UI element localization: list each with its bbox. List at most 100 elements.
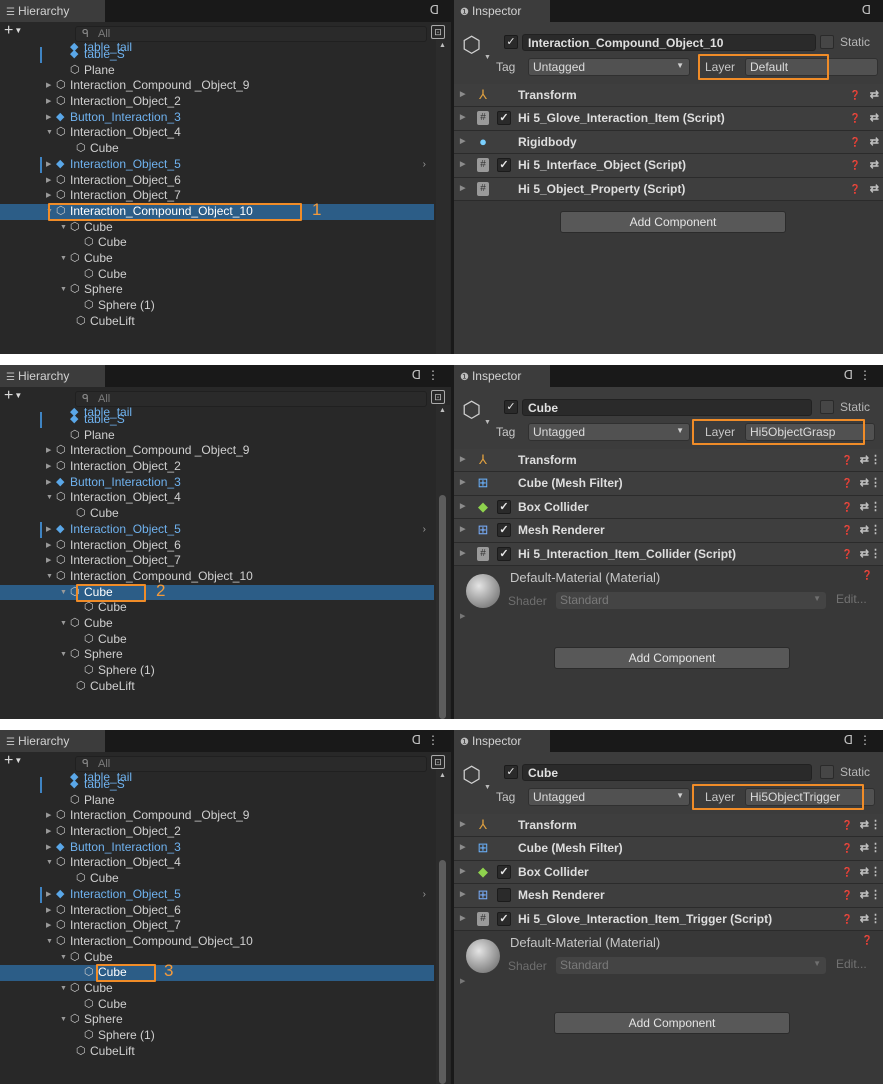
hierarchy-row[interactable]: ⬡ Sphere (1) — [0, 1028, 434, 1044]
expanded-arrow-icon[interactable]: ▼ — [60, 647, 70, 663]
component-enabled-checkbox[interactable]: ✓ — [497, 523, 511, 538]
hierarchy-row[interactable]: ▼ ⬡ Cube — [0, 251, 434, 267]
preset-icon[interactable]: ⇄ — [860, 496, 869, 518]
kebab-menu-icon[interactable]: ⋮ — [870, 884, 881, 906]
hierarchy-row[interactable]: ⬡ Sphere (1) — [0, 663, 434, 679]
help-icon[interactable]: ❓ — [862, 570, 873, 581]
preset-icon[interactable]: ⇄ — [870, 107, 879, 129]
collapsed-arrow-icon[interactable]: ▶ — [46, 840, 56, 856]
hierarchy-row[interactable]: ▼ ⬡ Cube — [0, 616, 434, 632]
kebab-menu-icon[interactable]: ⋮ — [859, 733, 877, 747]
scroll-up-icon[interactable]: ▲ — [439, 407, 446, 414]
collapsed-arrow-icon[interactable]: ▶ — [46, 824, 56, 840]
help-icon[interactable]: ❓ — [850, 154, 861, 176]
collapsed-arrow-icon[interactable]: ▶ — [460, 861, 465, 883]
component-header[interactable]: ▶ # ✓ Hi 5_Interface_Object (Script) ❓ ⇄ — [454, 154, 883, 178]
scroll-up-icon[interactable]: ▲ — [439, 42, 446, 49]
hierarchy-row[interactable]: ▼ ⬡ Cube — [0, 950, 434, 966]
tab-hierarchy[interactable]: ☰ Hierarchy — [0, 365, 105, 387]
help-icon[interactable]: ❓ — [842, 861, 853, 883]
collapsed-arrow-icon[interactable]: ▶ — [46, 903, 56, 919]
layer-dropdown[interactable]: Hi5ObjectTrigger — [745, 788, 875, 806]
expanded-arrow-icon[interactable]: ▼ — [60, 585, 70, 601]
hierarchy-row[interactable]: ⬡ Cube — [0, 235, 434, 251]
hierarchy-row[interactable]: ◆ table_S — [0, 47, 434, 63]
collapsed-arrow-icon[interactable]: ▶ — [460, 908, 465, 930]
collapsed-arrow-icon[interactable]: ▶ — [460, 84, 465, 106]
collapsed-arrow-icon[interactable]: ▶ — [460, 472, 465, 494]
expanded-arrow-icon[interactable]: ▼ — [46, 204, 56, 220]
scroll-up-icon[interactable]: ▲ — [439, 772, 446, 779]
help-icon[interactable]: ❓ — [842, 496, 853, 518]
help-icon[interactable]: ❓ — [850, 107, 861, 129]
static-checkbox[interactable] — [820, 35, 834, 49]
help-icon[interactable]: ❓ — [850, 178, 861, 200]
kebab-menu-icon[interactable]: ⋮ — [427, 733, 445, 747]
kebab-menu-icon[interactable]: ⋮ — [870, 496, 881, 518]
component-header[interactable]: ▶ ⊞ Mesh Renderer ❓ ⇄ ⋮ — [454, 884, 883, 908]
collapsed-arrow-icon[interactable]: ▶ — [46, 538, 56, 554]
hierarchy-row[interactable]: ▶ ⬡ Interaction_Object_6 — [0, 538, 434, 554]
tab-hierarchy[interactable]: ☰ Hierarchy — [0, 0, 105, 22]
expanded-arrow-icon[interactable]: ▼ — [46, 569, 56, 585]
component-header[interactable]: ▶ ⊞ ✓ Mesh Renderer ❓ ⇄ ⋮ — [454, 519, 883, 543]
collapsed-arrow-icon[interactable]: ▶ — [46, 522, 56, 538]
component-header[interactable]: ▶ ◆ ✓ Box Collider ❓ ⇄ ⋮ — [454, 495, 883, 520]
preset-icon[interactable]: ⇄ — [870, 154, 879, 176]
lock-icon[interactable]: ꓷ — [412, 733, 427, 747]
hierarchy-row[interactable]: ▶ ⬡ Interaction_Object_7 — [0, 188, 434, 204]
hierarchy-row[interactable]: ▼ ⬡ Interaction_Object_4 — [0, 125, 434, 141]
preset-icon[interactable]: ⇄ — [870, 178, 879, 200]
hierarchy-row[interactable]: ▼ ⬡ Interaction_Compound_Object_10 1 — [0, 201, 434, 221]
collapsed-arrow-icon[interactable]: ▶ — [460, 814, 465, 836]
collapsed-arrow-icon[interactable]: ▶ — [46, 173, 56, 189]
layer-dropdown[interactable]: Hi5ObjectGrasp — [745, 423, 875, 441]
hierarchy-row[interactable]: ▼ ⬡ Sphere — [0, 647, 434, 663]
kebab-menu-icon[interactable]: ⋮ — [870, 543, 881, 565]
help-icon[interactable]: ❓ — [842, 814, 853, 836]
preset-icon[interactable]: ⇄ — [860, 543, 869, 565]
component-enabled-checkbox[interactable] — [497, 888, 511, 903]
hierarchy-row[interactable]: ◆ table_tail — [0, 405, 434, 419]
expanded-arrow-icon[interactable]: ▼ — [60, 981, 70, 997]
hierarchy-row[interactable]: ▼ ⬡ Sphere — [0, 1012, 434, 1028]
hierarchy-row[interactable]: ▶ ⬡ Interaction_Object_7 — [0, 553, 434, 569]
collapsed-arrow-icon[interactable]: ▶ — [46, 808, 56, 824]
static-checkbox[interactable] — [820, 765, 834, 779]
collapsed-arrow-icon[interactable]: ▶ — [460, 837, 465, 859]
preset-icon[interactable]: ⇄ — [860, 472, 869, 494]
hierarchy-row[interactable]: ▼ ⬡ Sphere — [0, 282, 434, 298]
gameobject-icon[interactable]: ⬡ ▼ — [462, 762, 491, 791]
scrollbar-thumb[interactable] — [439, 860, 446, 1084]
hierarchy-row[interactable]: ▶ ⬡ Interaction_Object_2 — [0, 459, 434, 475]
kebab-menu-icon[interactable]: ⋮ — [870, 837, 881, 859]
collapsed-arrow-icon[interactable]: ▶ — [460, 977, 465, 985]
lock-icon[interactable]: ꓷ — [412, 368, 427, 382]
active-checkbox[interactable]: ✓ — [504, 35, 518, 49]
object-name-field[interactable]: Cube — [522, 399, 812, 416]
hierarchy-row[interactable]: ▶ ⬡ Interaction_Compound _Object_9 — [0, 78, 434, 94]
preset-icon[interactable]: ⇄ — [860, 449, 869, 471]
hierarchy-row[interactable]: ▼ ⬡ Interaction_Object_4 — [0, 855, 434, 871]
lock-icon[interactable]: ꓷ — [844, 368, 859, 382]
component-enabled-checkbox[interactable]: ✓ — [497, 864, 511, 879]
help-icon[interactable]: ❓ — [850, 131, 861, 153]
component-header[interactable]: ▶ # ✓ Hi 5_Glove_Interaction_Item_Trigger (… — [454, 907, 883, 931]
hierarchy-row[interactable]: ▶ ⬡ Interaction_Compound _Object_9 — [0, 443, 434, 459]
add-component-button[interactable]: Add Component — [554, 647, 790, 669]
hierarchy-row[interactable]: ⬡ Cube — [0, 997, 434, 1013]
add-object-button[interactable]: +▼ — [4, 387, 22, 405]
hierarchy-row[interactable]: ▶ ◆ Button_Interaction_3 — [0, 110, 434, 126]
hierarchy-row[interactable]: ▶ ⬡ Interaction_Object_2 — [0, 94, 434, 110]
help-icon[interactable]: ❓ — [842, 519, 853, 541]
hierarchy-row[interactable]: ▼ ⬡ Interaction_Compound_Object_10 — [0, 569, 434, 585]
scrollbar-thumb[interactable] — [439, 495, 446, 719]
expanded-arrow-icon[interactable]: ▼ — [60, 950, 70, 966]
hierarchy-row[interactable]: ▶ ⬡ Interaction_Object_6 — [0, 173, 434, 189]
collapsed-arrow-icon[interactable]: ▶ — [46, 78, 56, 94]
add-object-button[interactable]: +▼ — [4, 752, 22, 770]
object-name-field[interactable]: Interaction_Compound_Object_10 — [522, 34, 816, 51]
hierarchy-row[interactable]: ⬡ Cube 3 — [0, 962, 434, 983]
component-header[interactable]: ▶ ⅄ Transform ❓ ⇄ — [454, 84, 883, 108]
help-icon[interactable]: ❓ — [862, 935, 873, 946]
